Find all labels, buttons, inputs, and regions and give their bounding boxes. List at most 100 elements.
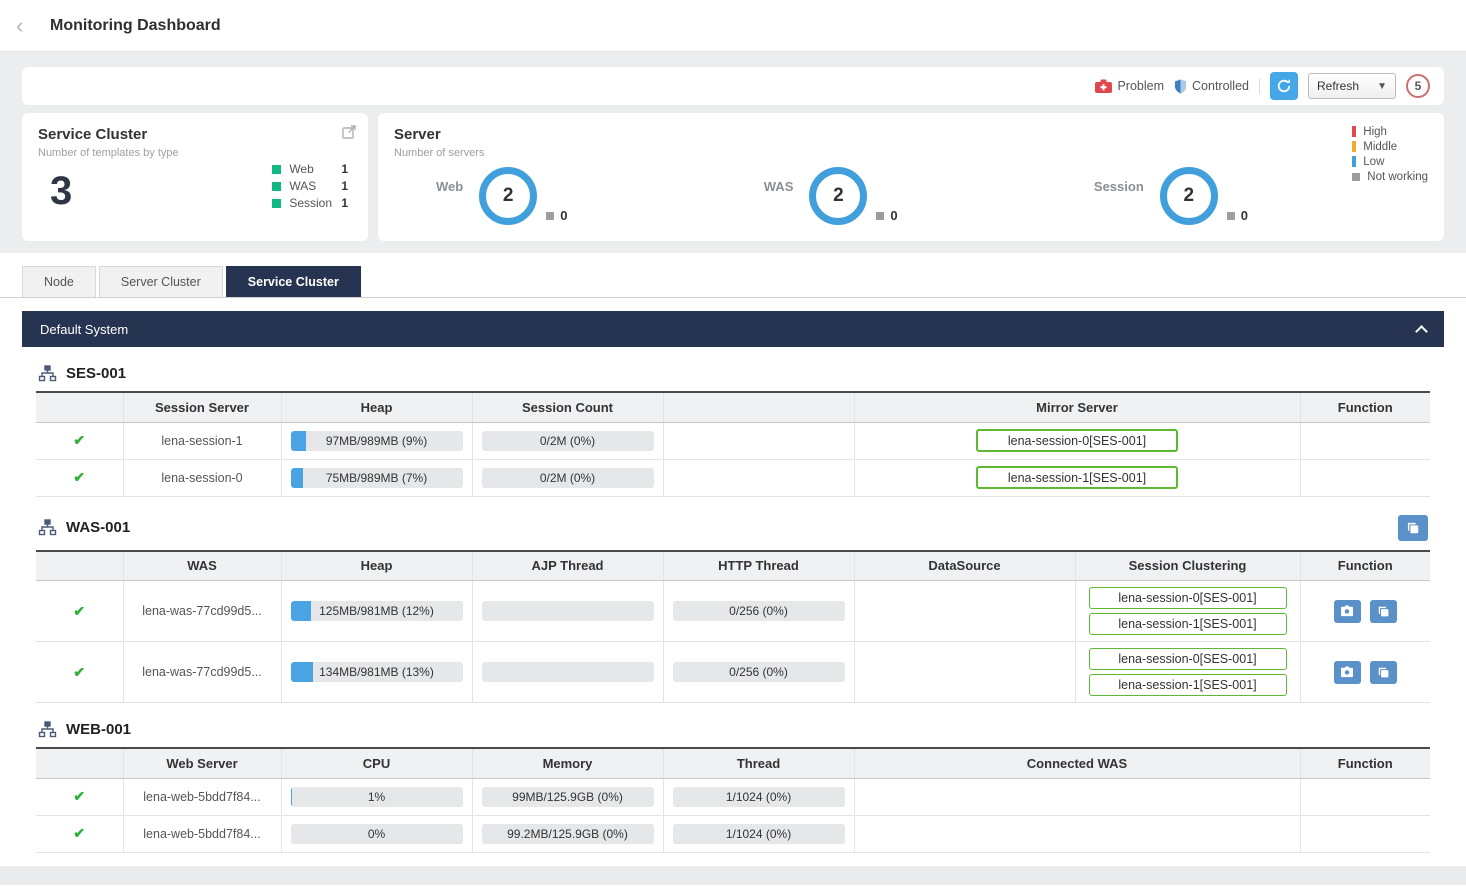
summary-cards: Service Cluster Number of templates by t… — [22, 113, 1444, 241]
table-row: ✔ lena-web-5bdd7f84... 0% 99.2MB/125.9GB… — [36, 815, 1430, 852]
table-row: ✔ lena-session-0 75MB/989MB (7%) 0/2M (0… — [36, 459, 1430, 496]
tab-node[interactable]: Node — [22, 266, 96, 297]
legend-value: 1 — [341, 162, 348, 176]
legend-square-icon — [272, 182, 281, 191]
legend-label: Low — [1363, 156, 1384, 168]
heap-cell: 97MB/989MB (9%) — [281, 422, 472, 459]
thread-dump-button[interactable] — [1370, 600, 1397, 623]
back-chevron-icon[interactable]: ‹ — [16, 15, 34, 37]
refresh-interval-select[interactable]: Refresh ▼ — [1308, 73, 1396, 99]
snapshot-button[interactable] — [1334, 661, 1361, 684]
tab-server-cluster[interactable]: Server Cluster — [99, 266, 223, 297]
col-function: Function — [1300, 551, 1430, 581]
status-cell: ✔ — [36, 815, 123, 852]
problem-filter[interactable]: Problem — [1095, 79, 1164, 93]
controlled-filter[interactable]: Controlled — [1174, 79, 1249, 94]
service-cluster-card-subtitle: Number of templates by type — [38, 147, 352, 159]
top-header: ‹ Monitoring Dashboard — [0, 0, 1466, 52]
function-cell — [1300, 581, 1430, 642]
tab-service-cluster[interactable]: Service Cluster — [226, 266, 361, 297]
server-name-cell: lena-session-1 — [123, 422, 281, 459]
overview-section: Problem Controlled Refresh ▼ 5 Service C… — [0, 52, 1466, 253]
thread-dump-all-button[interactable] — [1398, 515, 1428, 541]
not-working-square-icon — [876, 212, 884, 220]
heap-cell: 125MB/981MB (12%) — [281, 581, 472, 642]
server-name-cell: lena-web-5bdd7f84... — [123, 815, 281, 852]
legend-item: Session 1 — [272, 196, 348, 210]
ajp-thread-cell — [472, 581, 663, 642]
mirror-server-button[interactable]: lena-session-0[SES-001] — [976, 429, 1178, 452]
legend-item: Web 1 — [272, 162, 348, 176]
web-section-header: WEB-001 — [36, 703, 1430, 747]
snapshot-button[interactable] — [1334, 600, 1361, 623]
col-status — [36, 392, 123, 422]
thread-cell: 1/1024 (0%) — [663, 815, 854, 852]
refresh-icon — [1276, 78, 1292, 94]
refresh-countdown-badge: 5 — [1406, 74, 1430, 98]
cpu-bar: 1% — [291, 787, 463, 807]
legend-square-icon — [272, 199, 281, 208]
col-blank — [663, 392, 854, 422]
legend-item: Middle — [1352, 139, 1428, 154]
mirror-server-button[interactable]: lena-session-1[SES-001] — [976, 466, 1178, 489]
session-clustering-button[interactable]: lena-session-1[SES-001] — [1089, 674, 1287, 696]
http-thread-text: 0/256 (0%) — [673, 601, 845, 621]
col-status — [36, 748, 123, 778]
session-clustering-button[interactable]: lena-session-0[SES-001] — [1089, 587, 1287, 609]
memory-text: 99.2MB/125.9GB (0%) — [482, 824, 654, 844]
status-ok-icon: ✔ — [73, 603, 85, 619]
session-count-text: 0/2M (0%) — [482, 431, 654, 451]
server-name-cell: lena-was-77cd99d5... — [123, 642, 281, 703]
chevron-down-icon: ▼ — [1377, 81, 1387, 92]
thread-text: 1/1024 (0%) — [673, 824, 845, 844]
server-name-cell: lena-was-77cd99d5... — [123, 581, 281, 642]
toolbar-divider — [1259, 78, 1260, 94]
session-clustering-button[interactable]: lena-session-1[SES-001] — [1089, 613, 1287, 635]
collapse-chevron-up-icon[interactable] — [1415, 325, 1428, 338]
ajp-thread-bar — [482, 601, 654, 621]
legend-item: Not working — [1352, 169, 1428, 184]
cluster-icon — [38, 721, 57, 738]
session-clustering-button[interactable]: lena-session-0[SES-001] — [1089, 648, 1287, 670]
shield-icon — [1174, 79, 1187, 94]
server-card-subtitle: Number of servers — [394, 147, 1428, 159]
col-cpu: CPU — [281, 748, 472, 778]
cell-empty — [663, 422, 854, 459]
thread-pill: 1/1024 (0%) — [673, 787, 845, 807]
table-header-row: Web Server CPU Memory Thread Connected W… — [36, 748, 1430, 778]
system-panel-header[interactable]: Default System — [22, 311, 1444, 347]
open-detail-icon[interactable] — [342, 125, 356, 139]
legend-label: Middle — [1363, 141, 1397, 153]
status-ok-icon: ✔ — [73, 432, 85, 448]
heap-cell: 75MB/989MB (7%) — [281, 459, 472, 496]
mirror-server-cell: lena-session-1[SES-001] — [854, 459, 1300, 496]
session-count-pill: 0/2M (0%) — [482, 468, 654, 488]
table-header-row: Session Server Heap Session Count Mirror… — [36, 392, 1430, 422]
ses-table: Session Server Heap Session Count Mirror… — [36, 391, 1430, 497]
gauge-value: 2 — [1183, 185, 1194, 207]
status-ok-icon: ✔ — [73, 664, 85, 680]
gauge-value: 2 — [833, 185, 844, 207]
col-thread: Thread — [663, 748, 854, 778]
memory-cell: 99MB/125.9GB (0%) — [472, 778, 663, 815]
cell-empty — [663, 459, 854, 496]
col-mirror-server: Mirror Server — [854, 392, 1300, 422]
table-row: ✔ lena-web-5bdd7f84... 1% 99MB/125.9GB (… — [36, 778, 1430, 815]
high-bar-icon — [1352, 126, 1356, 137]
thread-dump-button[interactable] — [1370, 661, 1397, 684]
cpu-text: 0% — [291, 824, 463, 844]
session-count-cell: 0/2M (0%) — [472, 422, 663, 459]
gauge-donut: 2 — [1160, 167, 1218, 225]
server-card: Server Number of servers Web 2 0 WAS 2 0… — [378, 113, 1444, 241]
not-working-count: 0 — [1227, 208, 1248, 223]
col-function: Function — [1300, 748, 1430, 778]
heap-bar: 75MB/989MB (7%) — [291, 468, 463, 488]
refresh-button[interactable] — [1270, 72, 1298, 100]
heap-bar: 134MB/981MB (13%) — [291, 662, 463, 682]
col-ajp-thread: AJP Thread — [472, 551, 663, 581]
cluster-icon — [38, 365, 57, 382]
gauge-value: 2 — [503, 185, 514, 207]
web-table: Web Server CPU Memory Thread Connected W… — [36, 747, 1430, 853]
status-cell: ✔ — [36, 581, 123, 642]
not-working-square-icon — [1352, 173, 1360, 181]
